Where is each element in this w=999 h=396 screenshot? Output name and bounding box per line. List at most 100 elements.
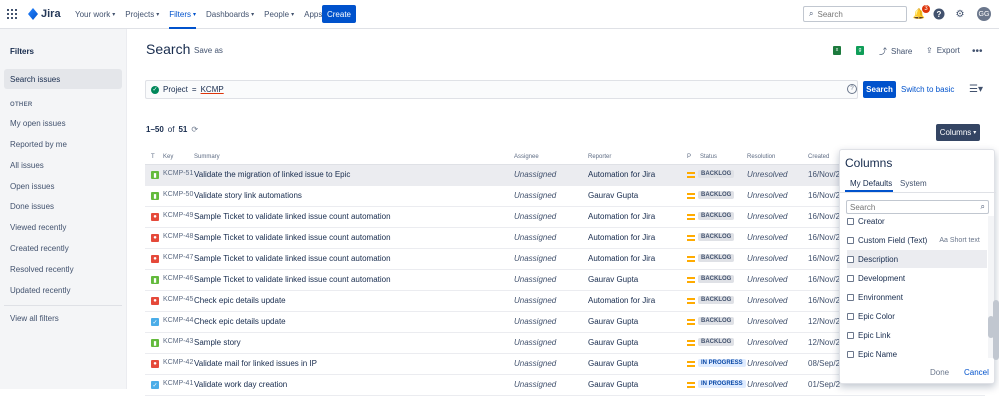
help-icon[interactable]: ? xyxy=(933,8,945,20)
issue-key[interactable]: KCMP-51 xyxy=(163,170,193,177)
sidebar-item-resolved-recently[interactable]: Resolved recently xyxy=(4,259,122,279)
issue-summary[interactable]: Sample Ticket to validate linked issue c… xyxy=(194,233,391,242)
settings-gear-icon[interactable]: ⚙ xyxy=(954,8,966,20)
cancel-button[interactable]: Cancel xyxy=(964,368,989,377)
col-header-summary[interactable]: Summary xyxy=(194,154,220,160)
issue-key[interactable]: KCMP-47 xyxy=(163,254,193,261)
checkbox[interactable] xyxy=(847,293,854,301)
column-option[interactable]: Epic Link xyxy=(847,326,987,344)
query-help-icon[interactable]: ? xyxy=(847,84,857,94)
export-button[interactable]: ⇪ Export xyxy=(926,46,960,55)
issue-key[interactable]: KCMP-44 xyxy=(163,317,193,324)
sidebar-item-open-issues[interactable]: Open issues xyxy=(4,176,122,196)
issue-summary[interactable]: Check epic details update xyxy=(194,317,286,326)
nav-filters[interactable]: Filters ▾ xyxy=(164,0,201,29)
col-header-priority[interactable]: P xyxy=(687,154,691,160)
sidebar-item-created-recently[interactable]: Created recently xyxy=(4,238,122,258)
issue-assignee: Unassigned xyxy=(514,317,557,326)
issue-created: 08/Sep/2 xyxy=(808,359,841,368)
issue-summary[interactable]: Sample story xyxy=(194,338,241,347)
issue-key[interactable]: KCMP-46 xyxy=(163,275,193,282)
col-header-status[interactable]: Status xyxy=(700,154,717,160)
col-header-reporter[interactable]: Reporter xyxy=(588,154,611,160)
switch-to-basic-link[interactable]: Switch to basic xyxy=(901,85,954,94)
column-option[interactable]: Development xyxy=(847,269,987,287)
priority-medium-icon xyxy=(687,256,695,262)
user-avatar[interactable]: GG xyxy=(977,7,991,21)
issue-type-story-icon: ▮ xyxy=(151,192,159,200)
global-search[interactable]: ⌕ xyxy=(803,6,907,22)
checkbox[interactable] xyxy=(847,217,854,225)
sidebar-item-all-issues[interactable]: All issues xyxy=(4,155,122,175)
col-header-key[interactable]: Key xyxy=(163,154,173,160)
column-option[interactable]: Creator xyxy=(847,216,987,230)
columns-option-list: Creator Custom Field (Text) Aa Short text D… xyxy=(840,216,988,358)
sheets-export-icon[interactable]: g xyxy=(856,46,864,55)
col-header-type[interactable]: T xyxy=(151,154,155,160)
checkbox[interactable] xyxy=(847,312,854,320)
more-options-icon[interactable]: ••• xyxy=(972,46,983,57)
create-button[interactable]: Create xyxy=(322,5,356,23)
sidebar-item-my-open-issues[interactable]: My open issues xyxy=(4,113,122,133)
issue-summary[interactable]: Validate work day creation xyxy=(194,380,287,389)
column-option[interactable]: Environment xyxy=(847,288,987,306)
issue-key[interactable]: KCMP-42 xyxy=(163,359,193,366)
issue-key[interactable]: KCMP-50 xyxy=(163,191,193,198)
refresh-icon[interactable]: ⟳ xyxy=(191,125,198,134)
excel-export-icon[interactable]: x xyxy=(833,46,841,55)
sidebar-item-view-all-filters[interactable]: View all filters xyxy=(4,308,122,328)
page-scroll-thumb[interactable] xyxy=(993,300,999,360)
columns-button[interactable]: Columns ▾ xyxy=(936,124,980,141)
issue-summary[interactable]: Sample Ticket to validate linked issue c… xyxy=(194,275,391,284)
issue-resolution: Unresolved xyxy=(747,275,788,284)
checkbox[interactable] xyxy=(847,255,854,263)
column-option[interactable]: Epic Name xyxy=(847,345,987,358)
count-range: 1–50 xyxy=(146,125,164,134)
share-label: Share xyxy=(891,47,913,56)
issue-key[interactable]: KCMP-49 xyxy=(163,212,193,219)
nav-people[interactable]: People ▾ xyxy=(259,0,299,29)
share-button[interactable]: ⤴ Share xyxy=(879,46,912,57)
global-search-input[interactable] xyxy=(817,9,898,19)
nav-projects[interactable]: Projects ▾ xyxy=(120,0,164,29)
issue-key[interactable]: KCMP-48 xyxy=(163,233,193,240)
col-header-resolution[interactable]: Resolution xyxy=(747,154,775,160)
list-view-toggle-icon[interactable]: ☰▾ xyxy=(969,84,983,95)
columns-search[interactable]: ⌕ xyxy=(846,200,989,214)
checkbox[interactable] xyxy=(847,331,854,339)
search-button[interactable]: Search xyxy=(863,81,896,98)
sidebar-item-done-issues[interactable]: Done issues xyxy=(4,196,122,216)
issue-key[interactable]: KCMP-45 xyxy=(163,296,193,303)
app-switcher-icon[interactable] xyxy=(7,9,17,19)
sidebar-item-viewed-recently[interactable]: Viewed recently xyxy=(4,217,122,237)
issue-summary[interactable]: Validate mail for linked issues in IP xyxy=(194,359,317,368)
nav-dashboards[interactable]: Dashboards ▾ xyxy=(201,0,259,29)
save-as-link[interactable]: Save as xyxy=(194,46,223,55)
issue-summary[interactable]: Validate story link automations xyxy=(194,191,302,200)
column-option[interactable]: Epic Color xyxy=(847,307,987,325)
tab-system[interactable]: System xyxy=(900,179,927,188)
col-header-created[interactable]: Created xyxy=(808,154,829,160)
issue-summary[interactable]: Sample Ticket to validate linked issue c… xyxy=(194,212,391,221)
sidebar-item-updated-recently[interactable]: Updated recently xyxy=(4,280,122,300)
priority-medium-icon xyxy=(687,361,695,367)
checkbox[interactable] xyxy=(847,274,854,282)
issue-summary[interactable]: Validate the migration of linked issue t… xyxy=(194,170,350,179)
jql-query-bar[interactable]: ✓ Project = KCMP xyxy=(145,80,858,99)
column-option[interactable]: Description xyxy=(847,250,987,268)
sidebar-item-search-issues[interactable]: Search issues xyxy=(4,69,122,89)
columns-search-input[interactable] xyxy=(850,202,970,212)
nav-your-work[interactable]: Your work ▾ xyxy=(70,0,120,29)
col-header-assignee[interactable]: Assignee xyxy=(514,154,539,160)
checkbox[interactable] xyxy=(847,236,854,244)
issue-summary[interactable]: Check epic details update xyxy=(194,296,286,305)
jira-logo[interactable]: Jira xyxy=(28,8,61,20)
issue-key[interactable]: KCMP-41 xyxy=(163,380,193,387)
issue-key[interactable]: KCMP-43 xyxy=(163,338,193,345)
tab-my-defaults[interactable]: My Defaults xyxy=(850,179,892,188)
sidebar-item-reported-by-me[interactable]: Reported by me xyxy=(4,134,122,154)
done-button[interactable]: Done xyxy=(930,368,949,377)
checkbox[interactable] xyxy=(847,350,854,358)
column-option[interactable]: Custom Field (Text) Aa Short text xyxy=(847,231,987,249)
issue-summary[interactable]: Sample Ticket to validate linked issue c… xyxy=(194,254,391,263)
